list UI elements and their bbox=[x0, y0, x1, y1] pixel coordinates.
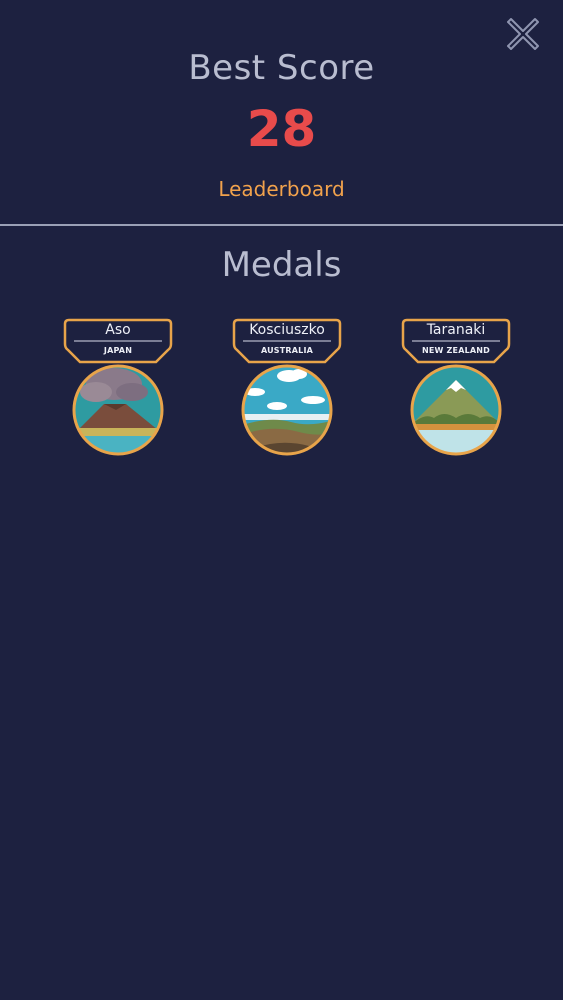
volcano-medal-icon bbox=[63, 318, 173, 456]
medal-kosciuszko[interactable]: Kosciuszko AUSTRALIA bbox=[229, 318, 345, 458]
medal-country: NEW ZEALAND bbox=[421, 346, 491, 355]
close-icon bbox=[507, 18, 539, 50]
medals-title: Medals bbox=[221, 245, 342, 285]
medal-country: AUSTRALIA bbox=[260, 346, 314, 355]
medal-name: Kosciuszko bbox=[249, 322, 325, 338]
leaderboard-link-row: Leaderboard bbox=[0, 176, 563, 202]
medal-name: Taranaki bbox=[426, 322, 486, 338]
close-button[interactable] bbox=[505, 16, 541, 52]
mountain-range-medal-icon bbox=[232, 318, 342, 456]
medal-country: JAPAN bbox=[103, 346, 133, 355]
section-divider bbox=[0, 224, 563, 226]
leaderboard-link[interactable]: Leaderboard bbox=[218, 177, 344, 201]
snow-peak-medal-icon bbox=[401, 318, 511, 456]
medal-aso[interactable]: Aso JAPAN bbox=[60, 318, 176, 458]
best-score-value: 28 bbox=[246, 100, 317, 158]
medal-name: Aso bbox=[105, 322, 131, 338]
best-score-label: Best Score bbox=[188, 48, 375, 88]
medal-taranaki[interactable]: Taranaki NEW ZEALAND bbox=[398, 318, 514, 458]
